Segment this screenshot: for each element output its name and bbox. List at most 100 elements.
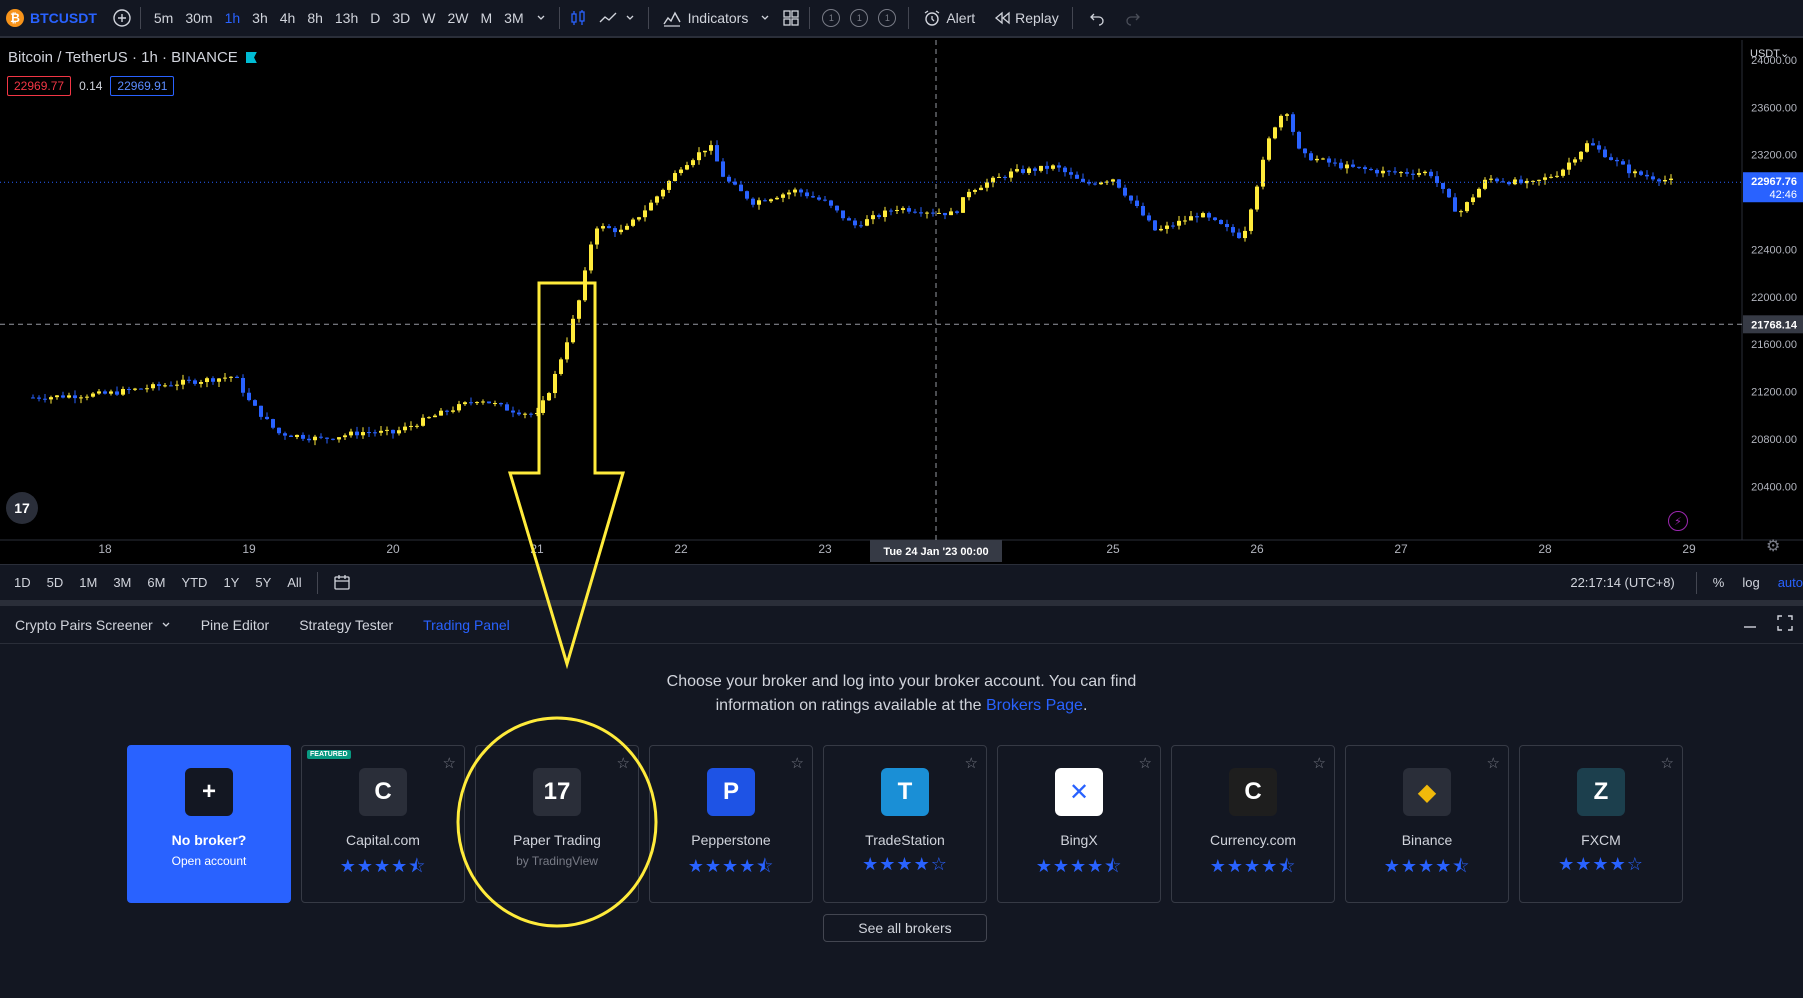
range-3m[interactable]: 3M [105, 575, 139, 590]
candle-body [673, 173, 677, 181]
price-tick-label: 23200.00 [1751, 150, 1797, 162]
favorite-star-icon[interactable]: ☆ [1313, 754, 1326, 772]
indicators-dropdown[interactable] [754, 0, 776, 36]
compare-add-icon[interactable] [111, 7, 133, 29]
percent-scale-toggle[interactable]: % [1713, 575, 1725, 590]
candles-chart-type-icon[interactable] [567, 7, 589, 29]
brokers-page-link[interactable]: Brokers Page [986, 697, 1083, 714]
layout-grid-icon[interactable] [780, 7, 802, 29]
alert-button[interactable]: Alert [916, 0, 981, 36]
timeframe-1h[interactable]: 1h [219, 0, 247, 36]
range-ytd[interactable]: YTD [173, 575, 215, 590]
timeframe-w[interactable]: W [416, 0, 441, 36]
broker-card-capital-com[interactable]: FEATURED ☆ C Capital.com ★★★★⯪ [301, 745, 465, 903]
timeframe-dropdown[interactable] [530, 0, 552, 36]
favorite-star-icon[interactable]: ☆ [791, 754, 804, 772]
trading-panel: Choose your broker and log into your bro… [0, 644, 1803, 998]
candle-body [439, 410, 443, 416]
price-chart[interactable]: 24000.00 23600.00 23200.00 22400.00 22000.00… [0, 40, 1803, 562]
timeframe-5m[interactable]: 5m [148, 0, 179, 36]
layout-slot-icon[interactable]: 1 [850, 9, 869, 27]
broker-card-fxcm[interactable]: ☆ Z FXCM ★★★★☆ [1519, 745, 1683, 903]
range-1m[interactable]: 1M [71, 575, 105, 590]
favorite-star-icon[interactable]: ☆ [443, 754, 456, 772]
timeframe-3d[interactable]: 3D [386, 0, 416, 36]
log-scale-toggle[interactable]: log [1742, 575, 1759, 590]
chart-type-dropdown[interactable] [619, 0, 641, 36]
layout-slot-icon[interactable]: 1 [822, 9, 841, 27]
favorite-star-icon[interactable]: ☆ [617, 754, 630, 772]
tab-strategy-tester[interactable]: Strategy Tester [284, 617, 408, 633]
broker-card-paper-trading[interactable]: ☆ 17 Paper Trading by TradingView [475, 745, 639, 903]
see-all-brokers-button[interactable]: See all brokers [823, 914, 987, 942]
gear-icon[interactable]: ⚙ [1766, 536, 1780, 556]
candle-body [517, 412, 521, 415]
candle-body [397, 430, 401, 434]
timeframe-30m[interactable]: 30m [179, 0, 218, 36]
symbol-name[interactable]: BTCUSDT [30, 10, 97, 26]
timeframe-3m[interactable]: 3M [498, 0, 529, 36]
timeframe-d[interactable]: D [364, 0, 386, 36]
candle-body [613, 228, 617, 233]
favorite-star-icon[interactable]: ☆ [1487, 754, 1500, 772]
candle-body [337, 437, 341, 440]
range-5d[interactable]: 5D [39, 575, 72, 590]
line-chart-icon[interactable] [597, 7, 619, 29]
indicators-button[interactable]: Indicators [656, 0, 755, 36]
candle-body [553, 373, 557, 394]
currency-selector[interactable]: USDT⌄ [1750, 47, 1789, 60]
timeframe-4h[interactable]: 4h [274, 0, 302, 36]
range-1y[interactable]: 1Y [215, 575, 247, 590]
chart-canvas[interactable]: 24000.0023600.0023200.0022400.0022000.00… [0, 40, 1803, 562]
calendar-goto-icon[interactable] [331, 572, 353, 594]
candle-body [775, 197, 779, 200]
tab-crypto-pairs-screener[interactable]: Crypto Pairs Screener [0, 617, 186, 633]
range-1d[interactable]: 1D [6, 575, 39, 590]
price-tick-label: 20400.00 [1751, 481, 1797, 493]
buy-price-button[interactable]: 22969.91 [110, 76, 175, 96]
minimize-icon[interactable] [1743, 615, 1757, 634]
tab-pine-editor[interactable]: Pine Editor [186, 617, 284, 633]
replay-button[interactable]: Replay [987, 0, 1065, 36]
range-all[interactable]: All [279, 575, 309, 590]
timeframe-2w[interactable]: 2W [442, 0, 475, 36]
candle-body [1021, 169, 1025, 173]
no-broker-card[interactable]: + No broker? Open account [127, 745, 291, 903]
lightning-icon[interactable]: ⚡ [1668, 511, 1688, 531]
undo-icon[interactable] [1086, 7, 1108, 29]
candle-body [1327, 158, 1331, 163]
date-tick-label: 18 [98, 542, 112, 556]
candle-body [487, 401, 491, 404]
favorite-star-icon[interactable]: ☆ [1661, 754, 1674, 772]
candle-body [565, 342, 569, 360]
flag-icon[interactable] [245, 52, 257, 63]
candle-body [1561, 169, 1565, 176]
broker-card-tradestation[interactable]: ☆ T TradeStation ★★★★☆ [823, 745, 987, 903]
layout-slot-icon[interactable]: 1 [878, 9, 897, 27]
sell-price-button[interactable]: 22969.77 [7, 76, 72, 96]
candle-body [643, 210, 647, 218]
broker-card-binance[interactable]: ☆ ◆ Binance ★★★★⯪ [1345, 745, 1509, 903]
timeframe-m[interactable]: M [475, 0, 499, 36]
range-6m[interactable]: 6M [139, 575, 173, 590]
broker-card-pepperstone[interactable]: ☆ P Pepperstone ★★★★⯪ [649, 745, 813, 903]
tradingview-logo-icon[interactable]: 17 [6, 492, 38, 524]
candle-body [739, 184, 743, 192]
timeframe-3h[interactable]: 3h [246, 0, 274, 36]
candle-body [1339, 162, 1343, 169]
auto-scale-toggle[interactable]: auto [1778, 575, 1803, 590]
timeframe-13h[interactable]: 13h [329, 0, 364, 36]
broker-card-currency-com[interactable]: ☆ C Currency.com ★★★★⯪ [1171, 745, 1335, 903]
candle-body [307, 438, 311, 441]
range-5y[interactable]: 5Y [247, 575, 279, 590]
timeframe-list: 5m 30m 1h 3h 4h 8h 13h D 3D W 2W M 3M [148, 0, 530, 36]
clock-time[interactable]: 22:17:14 (UTC+8) [1570, 575, 1674, 590]
broker-card-bingx[interactable]: ☆ ✕ BingX ★★★★⯪ [997, 745, 1161, 903]
redo-icon[interactable] [1122, 7, 1144, 29]
tab-trading-panel[interactable]: Trading Panel [408, 617, 525, 633]
favorite-star-icon[interactable]: ☆ [1139, 754, 1152, 772]
maximize-icon[interactable] [1777, 615, 1793, 634]
symbol-selector[interactable]: ₿ BTCUSDT [0, 0, 97, 36]
favorite-star-icon[interactable]: ☆ [965, 754, 978, 772]
timeframe-8h[interactable]: 8h [301, 0, 329, 36]
